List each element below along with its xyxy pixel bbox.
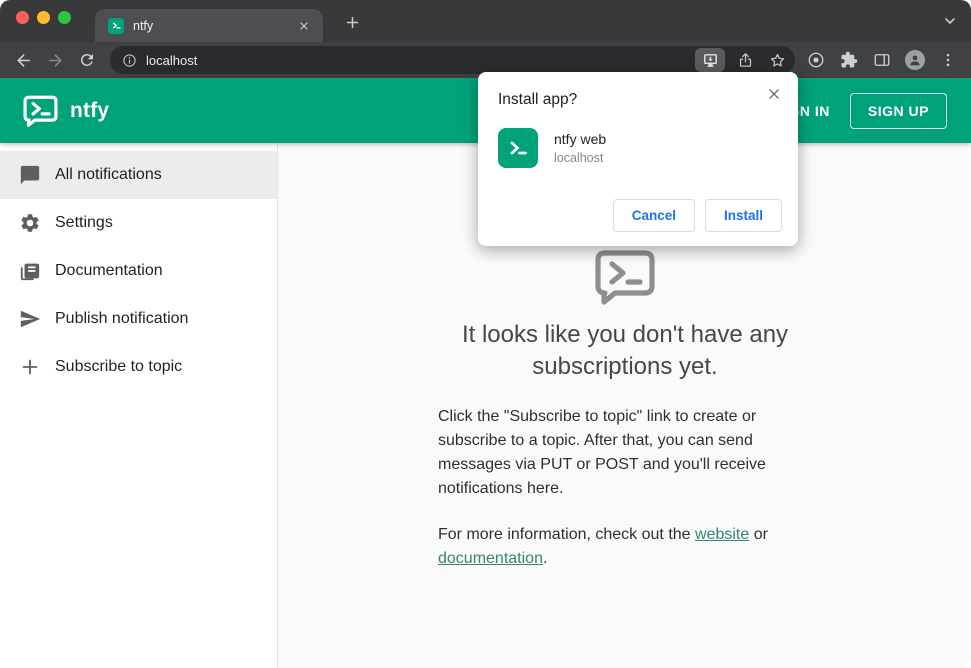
toolbar-extensions (805, 49, 961, 71)
side-panel-icon[interactable] (871, 49, 893, 71)
share-icon[interactable] (733, 48, 757, 72)
new-tab-button[interactable] (341, 11, 363, 33)
profile-avatar[interactable] (904, 49, 926, 71)
tab-close-icon[interactable] (295, 17, 313, 35)
ntfy-logo-large-icon (595, 250, 655, 305)
brand-title: ntfy (70, 98, 110, 122)
ntfy-app-icon (498, 128, 538, 168)
install-button[interactable]: Install (704, 199, 782, 232)
chat-icon (18, 163, 42, 187)
ntfy-favicon-icon (108, 17, 124, 34)
address-bar[interactable]: localhost (110, 46, 795, 74)
sidebar-item-label: Settings (55, 214, 113, 231)
url-text: localhost (146, 52, 198, 68)
documentation-link[interactable]: documentation (438, 550, 543, 567)
more-info-middle: or (749, 526, 768, 543)
book-icon (18, 259, 42, 283)
dialog-title: Install app? (498, 91, 578, 108)
sidebar-item-label: Documentation (55, 262, 163, 279)
plus-icon (18, 355, 42, 379)
more-info-suffix: . (542, 550, 548, 567)
traffic-lights (16, 11, 71, 24)
cancel-button[interactable]: Cancel (612, 199, 695, 232)
tab-search-chevron-icon[interactable] (942, 13, 958, 29)
sidebar-nav: All notifications Settings Documentation… (0, 143, 278, 668)
empty-state: It looks like you don't have any subscri… (438, 249, 812, 571)
sidebar-item-publish-notification[interactable]: Publish notification (0, 295, 277, 343)
sidebar-item-all-notifications[interactable]: All notifications (0, 151, 277, 199)
sidebar-item-settings[interactable]: Settings (0, 199, 277, 247)
ntfy-logo-icon (23, 95, 58, 127)
gear-icon (18, 211, 42, 235)
install-app-icon[interactable] (695, 48, 725, 72)
reload-icon[interactable] (74, 47, 100, 73)
forward-icon[interactable] (42, 47, 68, 73)
back-icon[interactable] (10, 47, 36, 73)
extensions-puzzle-icon[interactable] (838, 49, 860, 71)
password-manager-icon[interactable] (805, 49, 827, 71)
browser-window: ntfy localhost ntfy SIGN IN SIGN UP All … (0, 0, 971, 668)
sidebar-item-subscribe-to-topic[interactable]: Subscribe to topic (0, 343, 277, 391)
sign-up-button[interactable]: SIGN UP (849, 92, 947, 129)
sidebar-item-label: Subscribe to topic (55, 358, 183, 375)
empty-state-heading: It looks like you don't have any subscri… (461, 321, 789, 380)
install-app-dialog: Install app? ntfy web localhost Cancel I… (478, 72, 798, 246)
tab-title: ntfy (133, 18, 154, 33)
website-link[interactable]: website (695, 526, 749, 543)
zoom-window-button[interactable] (58, 11, 71, 24)
empty-state-description: Click the "Subscribe to topic" link to c… (438, 408, 766, 497)
sidebar-item-label: All notifications (55, 166, 162, 183)
sidebar-item-documentation[interactable]: Documentation (0, 247, 277, 295)
send-icon (18, 307, 42, 331)
browser-tab-ntfy[interactable]: ntfy (95, 9, 323, 42)
more-info-prefix: For more information, check out the (438, 526, 695, 543)
browser-menu-icon[interactable] (937, 49, 959, 71)
dialog-app-origin: localhost (554, 151, 604, 165)
dialog-close-icon[interactable] (762, 82, 786, 106)
more-info-paragraph: For more information, check out the webs… (438, 523, 812, 571)
site-info-icon[interactable] (122, 53, 137, 68)
titlebar: ntfy (0, 0, 971, 42)
bookmark-star-icon[interactable] (765, 48, 789, 72)
close-window-button[interactable] (16, 11, 29, 24)
minimize-window-button[interactable] (37, 11, 50, 24)
sidebar-item-label: Publish notification (55, 310, 189, 327)
dialog-app-name: ntfy web (554, 131, 607, 147)
